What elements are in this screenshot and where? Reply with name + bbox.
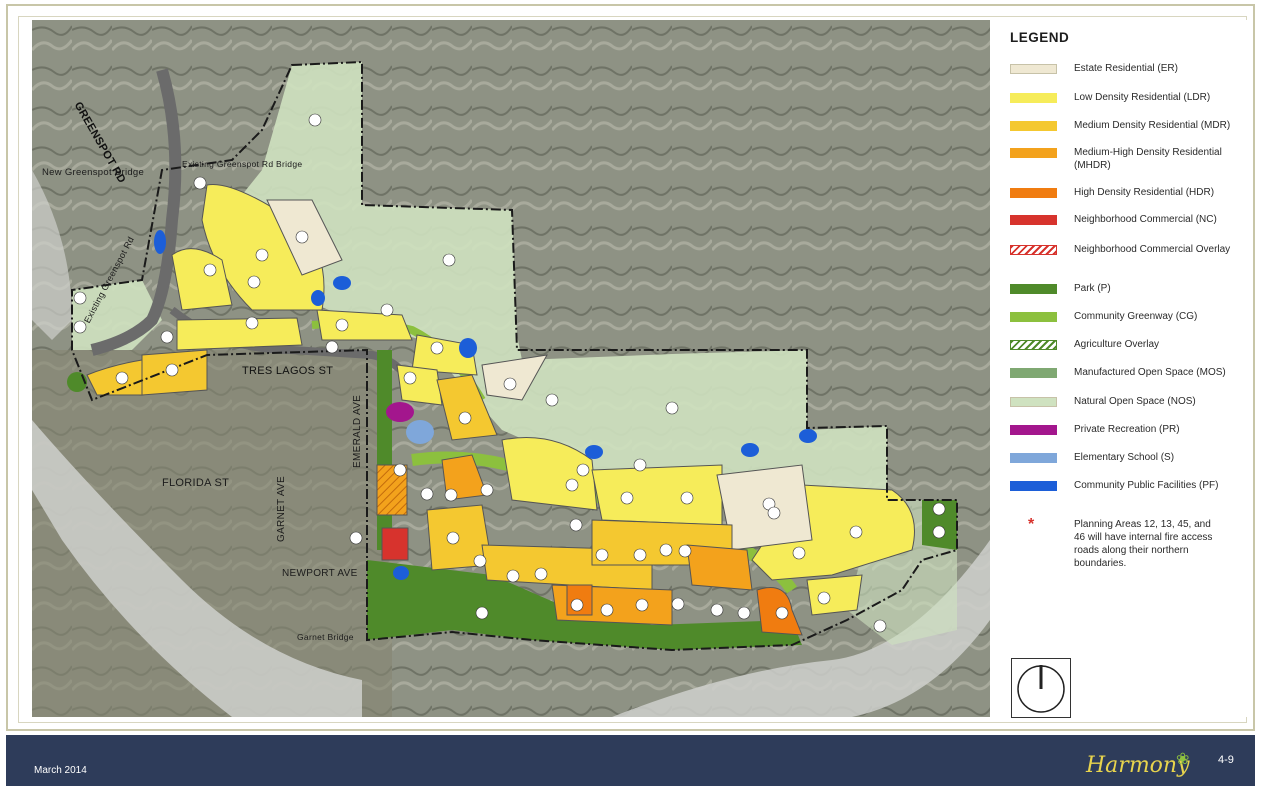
- label-existing-greenspot-bridge: Existing Greenspot Rd Bridge: [182, 159, 303, 169]
- legend-label: Private Recreation (PR): [1074, 424, 1180, 435]
- label-tres-lagos-st: TRES LAGOS ST: [242, 365, 334, 377]
- legend-swatch: [1010, 481, 1057, 491]
- legend-swatch: [1010, 215, 1057, 225]
- legend-label: Estate Residential (ER): [1074, 63, 1178, 74]
- legend-swatch: [1010, 340, 1057, 350]
- legend-swatch: [1010, 64, 1057, 74]
- legend-label: Community Public Facilities (PF): [1074, 480, 1219, 491]
- note-asterisk: *: [1028, 516, 1035, 533]
- label-florida-st: FLORIDA ST: [162, 477, 230, 489]
- legend-swatch: [1010, 188, 1057, 198]
- legend-label: Community Greenway (CG): [1074, 311, 1198, 322]
- north-arrow-icon: [1017, 665, 1065, 713]
- harmony-logo: Harmony: [1086, 753, 1190, 778]
- legend-label: Manufactured Open Space (MOS): [1074, 367, 1226, 378]
- label-emerald-ave: EMERALD AVE: [352, 394, 363, 468]
- leaf-icon: ❀: [1176, 751, 1190, 768]
- legend-label: Neighborhood Commercial Overlay: [1074, 244, 1231, 255]
- legend-swatch: [1010, 148, 1057, 158]
- page-number: 4-9: [1218, 754, 1234, 766]
- legend-label: Elementary School (S): [1074, 452, 1175, 463]
- footer-date: March 2014: [34, 765, 87, 776]
- legend-swatch: [1010, 397, 1057, 407]
- legend-label: Agriculture Overlay: [1074, 339, 1160, 350]
- map-graphic: [32, 20, 990, 717]
- legend-label: Natural Open Space (NOS): [1074, 396, 1196, 407]
- north-arrow: [1011, 658, 1071, 718]
- label-newport-ave: NEWPORT AVE: [282, 568, 358, 579]
- legend-panel: LEGEND Estate Residential (ER) Low Densit…: [996, 20, 1248, 717]
- legend-label: Medium Density Residential (MDR): [1074, 120, 1231, 131]
- label-garnet-ave: GARNET AVE: [276, 476, 287, 542]
- legend-label: Neighborhood Commercial (NC): [1074, 214, 1217, 225]
- label-garnet-bridge: Garnet Bridge: [297, 632, 354, 642]
- legend-swatch: [1010, 284, 1057, 294]
- legend-swatch: [1010, 453, 1057, 463]
- legend-note-text: Planning Areas 12, 13, 45, and 46 will h…: [1074, 519, 1213, 569]
- legend-swatch: [1010, 245, 1057, 255]
- legend-swatch: [1010, 368, 1057, 378]
- legend-label: Park (P): [1074, 283, 1111, 294]
- legend-swatch: [1010, 121, 1057, 131]
- legend-swatch: [1010, 312, 1057, 322]
- label-new-greenspot-bridge: New Greenspot Bridge: [42, 167, 145, 178]
- legend-swatch: [1010, 425, 1057, 435]
- legend-label: Medium-High Density Residential (MHDR): [1074, 147, 1222, 171]
- land-use-map[interactable]: GREENSPOT RD New Greenspot Bridge Existi…: [32, 20, 990, 717]
- legend-swatch: [1010, 93, 1057, 103]
- legend-label: Low Density Residential (LDR): [1074, 92, 1211, 103]
- footer-bar: March 2014 Harmony ❀ 4-9: [6, 735, 1255, 786]
- legend-label: High Density Residential (HDR): [1074, 187, 1215, 198]
- legend-title: LEGEND: [1010, 30, 1070, 45]
